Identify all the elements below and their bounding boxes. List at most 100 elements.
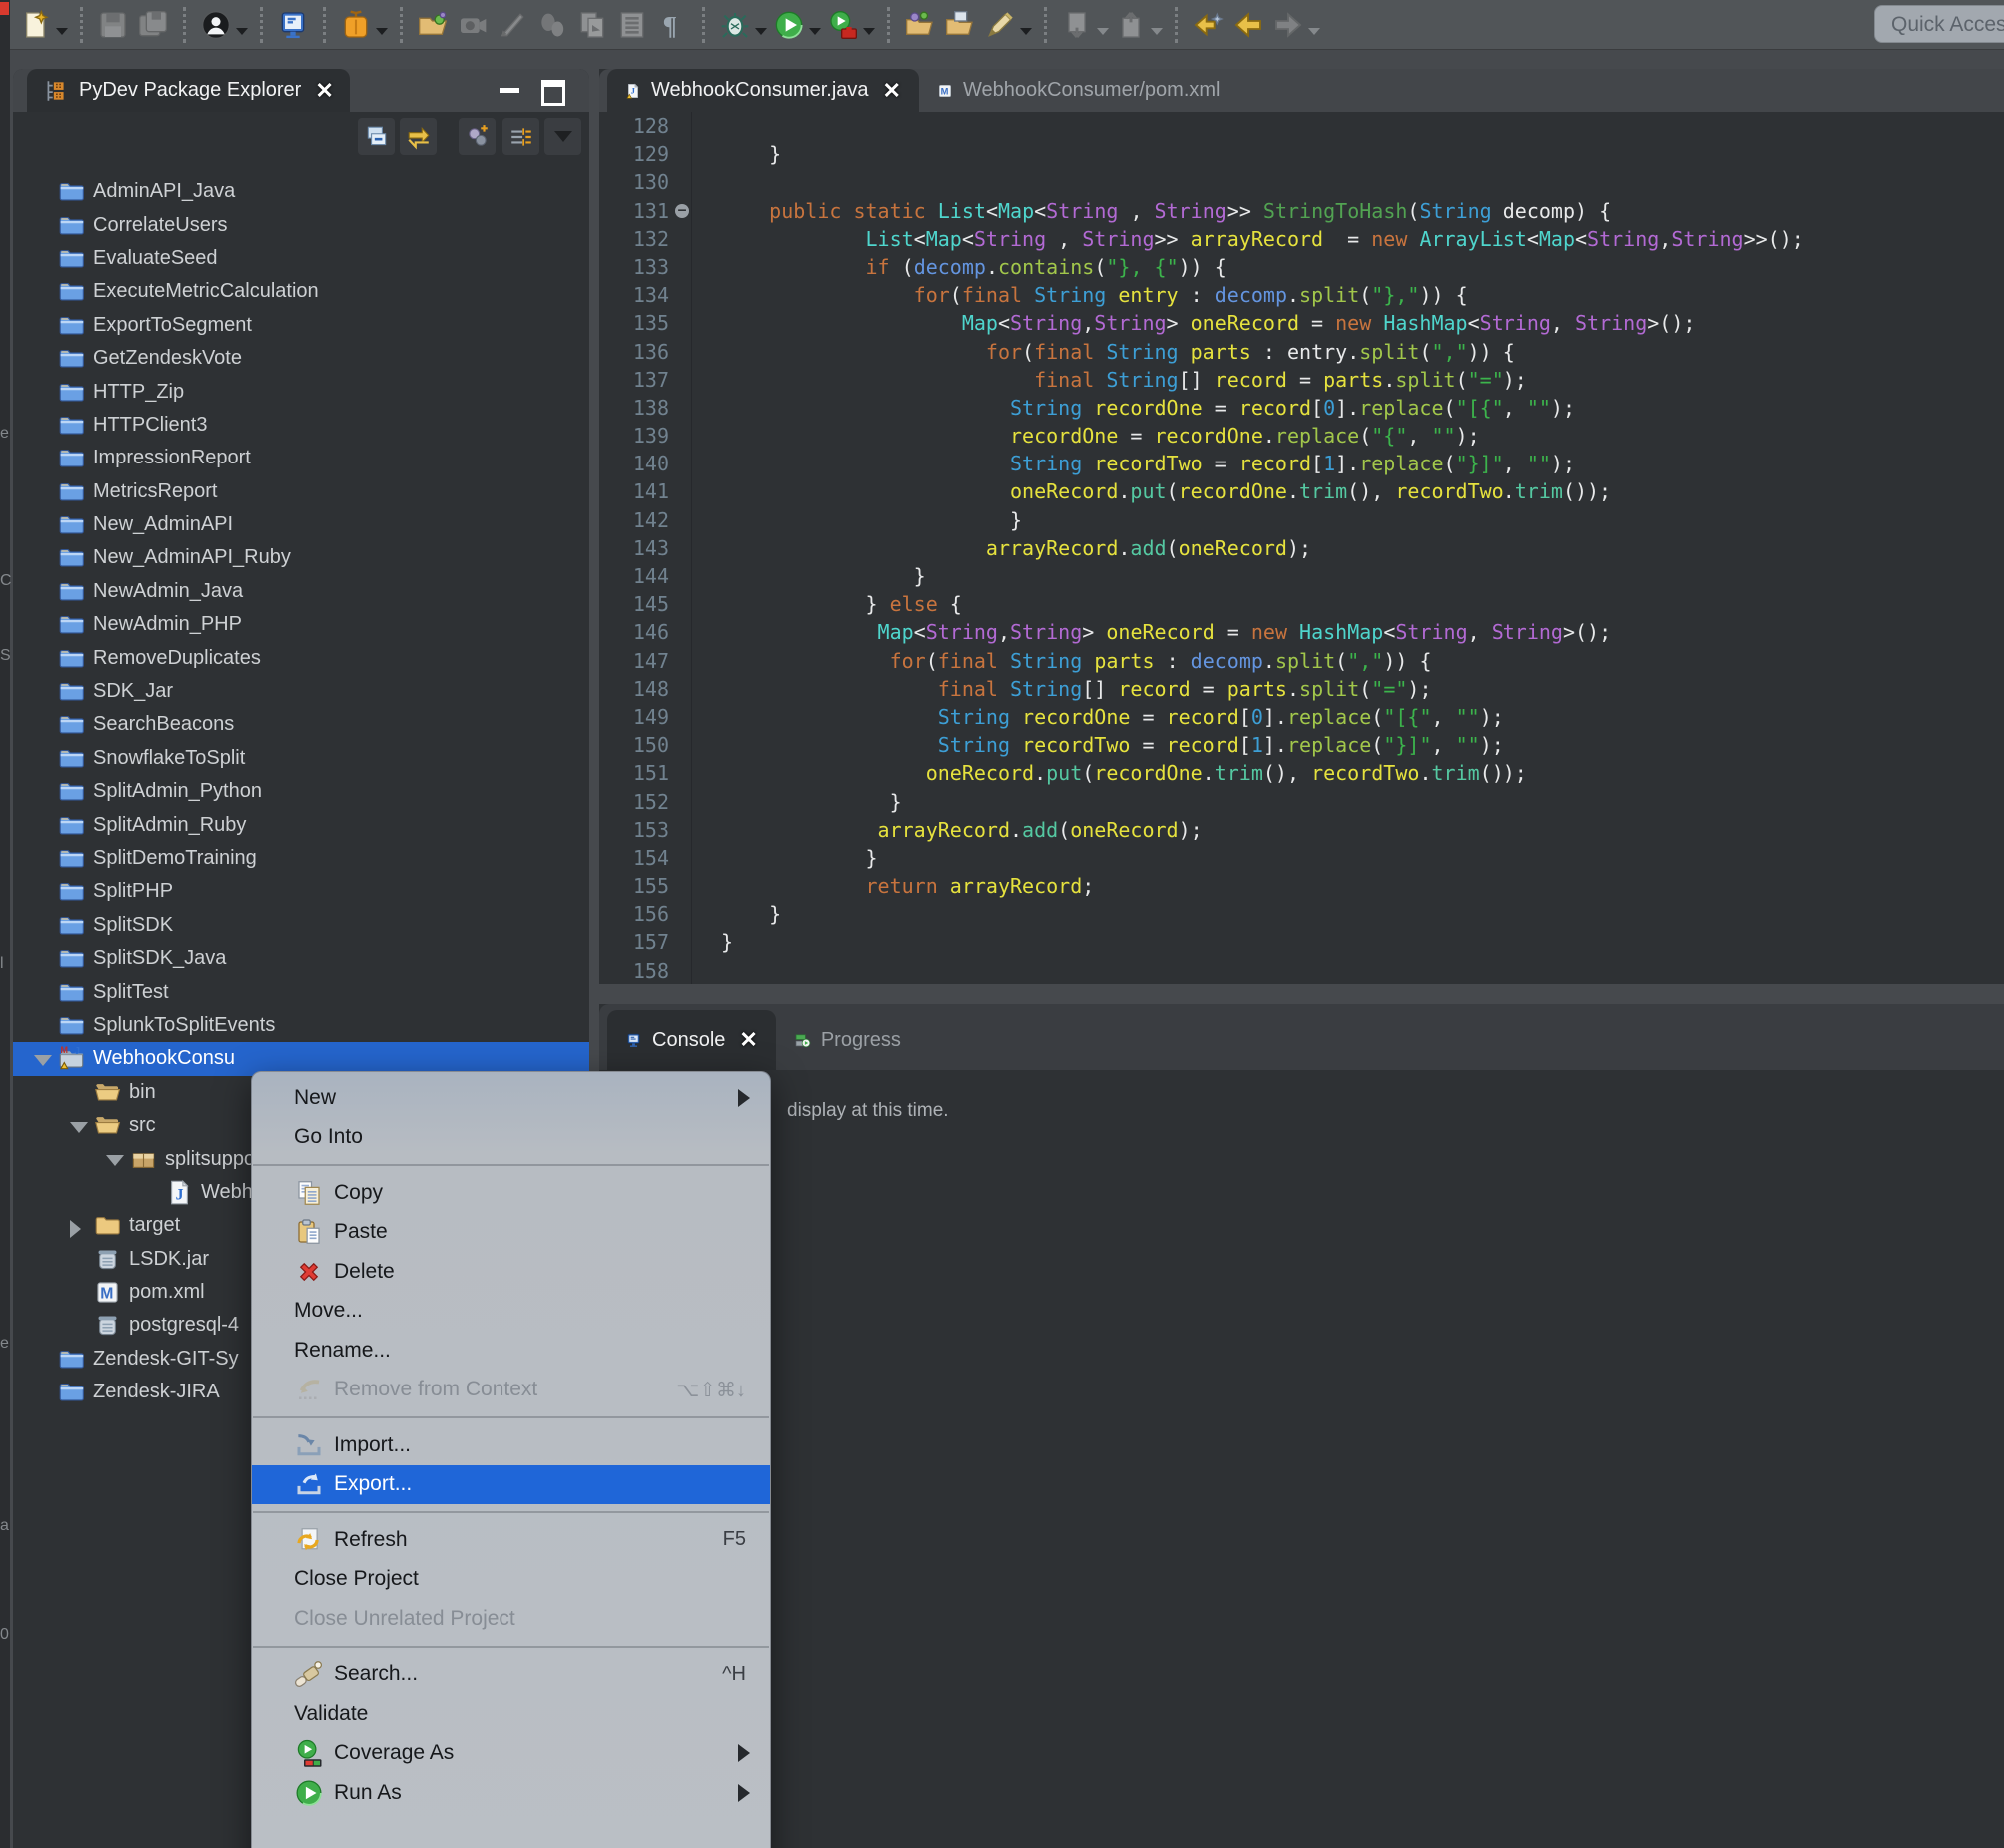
tree-item-splunktosplitevents[interactable]: SplunkToSplitEvents bbox=[13, 1009, 589, 1042]
tree-item-correlateusers[interactable]: CorrelateUsers bbox=[13, 208, 589, 241]
menu-item-validate[interactable]: Validate bbox=[252, 1694, 770, 1734]
editor-tab-webhookconsumer-java[interactable]: JWebhookConsumer.java✕ bbox=[607, 69, 919, 112]
dropdown-arrow-icon[interactable] bbox=[1020, 28, 1032, 35]
project-icon bbox=[58, 611, 85, 638]
tree-item-label: RemoveDuplicates bbox=[93, 647, 261, 670]
collapse-all-button[interactable] bbox=[358, 118, 395, 155]
menu-item-close-unrelated-project: Close Unrelated Project bbox=[252, 1599, 770, 1639]
tree-item-splittest[interactable]: SplitTest bbox=[13, 975, 589, 1008]
pilcrow-button[interactable]: ¶ bbox=[652, 6, 692, 44]
dropdown-arrow-icon[interactable] bbox=[863, 28, 875, 35]
tree-item-splitsdk-java[interactable]: SplitSDK_Java bbox=[13, 942, 589, 975]
tree-item-splitphp[interactable]: SplitPHP bbox=[13, 875, 589, 908]
console-tab-progress[interactable]: Progress bbox=[776, 1010, 919, 1070]
menu-item-import[interactable]: Import... bbox=[252, 1425, 770, 1465]
menu-item-move[interactable]: Move... bbox=[252, 1292, 770, 1332]
menu-item-rename[interactable]: Rename... bbox=[252, 1331, 770, 1371]
tree-item-sdk-jar[interactable]: SDK_Jar bbox=[13, 675, 589, 708]
sash-divider[interactable] bbox=[599, 984, 2004, 1004]
tree-item-newadmin-php[interactable]: NewAdmin_PHP bbox=[13, 608, 589, 641]
menu-item-copy[interactable]: Copy bbox=[252, 1173, 770, 1213]
expand-arrow-icon[interactable] bbox=[70, 1220, 81, 1238]
search-folders-button[interactable] bbox=[900, 6, 940, 44]
menu-item-export[interactable]: Export... bbox=[252, 1465, 770, 1505]
pydev-package-button[interactable] bbox=[336, 6, 376, 44]
debug-button[interactable] bbox=[715, 6, 755, 44]
open-folder-wizard-button[interactable] bbox=[413, 6, 453, 44]
tree-item-label: ExecuteMetricCalculation bbox=[93, 280, 319, 303]
back-arrow-button[interactable] bbox=[1228, 6, 1268, 44]
link-with-editor-button[interactable] bbox=[400, 118, 437, 155]
collapse-arrow-icon[interactable] bbox=[70, 1122, 88, 1133]
menu-item-run-as[interactable]: Run As bbox=[252, 1773, 770, 1813]
minimize-icon[interactable] bbox=[500, 88, 519, 93]
console-tab-console[interactable]: Console✕ bbox=[607, 1010, 776, 1070]
tree-item-httpclient3[interactable]: HTTPClient3 bbox=[13, 409, 589, 442]
tree-item-splitadmin-python[interactable]: SplitAdmin_Python bbox=[13, 775, 589, 808]
tree-item-exporttosegment[interactable]: ExportToSegment bbox=[13, 309, 589, 342]
dropdown-arrow-icon[interactable] bbox=[809, 28, 821, 35]
dropdown-arrow-icon[interactable] bbox=[755, 28, 767, 35]
run-external-button[interactable] bbox=[823, 6, 863, 44]
close-icon[interactable]: ✕ bbox=[739, 1027, 757, 1053]
tree-item-searchbeacons[interactable]: SearchBeacons bbox=[13, 708, 589, 741]
run-button[interactable] bbox=[769, 6, 809, 44]
line-number: 132 bbox=[599, 225, 669, 253]
tree-item-newadmin-java[interactable]: NewAdmin_Java bbox=[13, 575, 589, 608]
tree-item-executemetriccalculation[interactable]: ExecuteMetricCalculation bbox=[13, 275, 589, 308]
tree-item-splitdemotraining[interactable]: SplitDemoTraining bbox=[13, 842, 589, 875]
menu-item-refresh[interactable]: RefreshF5 bbox=[252, 1520, 770, 1560]
tree-item-snowflaketosplit[interactable]: SnowflakeToSplit bbox=[13, 742, 589, 775]
main-toolbar: ¶ bbox=[0, 0, 2004, 50]
user-avatar-button[interactable] bbox=[196, 6, 236, 44]
remote-monitor-button[interactable] bbox=[273, 6, 313, 44]
close-icon[interactable]: ✕ bbox=[883, 78, 901, 104]
menu-item-go-into[interactable]: Go Into bbox=[252, 1118, 770, 1158]
tree-item-http-zip[interactable]: HTTP_Zip bbox=[13, 375, 589, 408]
tree-item-getzendeskvote[interactable]: GetZendeskVote bbox=[13, 342, 589, 375]
tree-item-adminapi-java[interactable]: AdminAPI_Java bbox=[13, 175, 589, 208]
toolbar-separator bbox=[260, 7, 263, 43]
menu-item-coverage-as[interactable]: Coverage As bbox=[252, 1734, 770, 1774]
customize-view-button[interactable] bbox=[502, 118, 539, 155]
menu-item-delete[interactable]: Delete bbox=[252, 1252, 770, 1292]
tree-item-new-adminapi-ruby[interactable]: New_AdminAPI_Ruby bbox=[13, 541, 589, 574]
menu-item-new[interactable]: New bbox=[252, 1078, 770, 1118]
tab-pydev-package-explorer[interactable]: PyDev Package Explorer ✕ bbox=[27, 69, 350, 112]
code-line: 149 String recordOne = record[0].replace… bbox=[599, 703, 2004, 731]
tree-item-splitsdk[interactable]: SplitSDK bbox=[13, 909, 589, 942]
code-editor[interactable]: 128129 }130131– public static List<Map<S… bbox=[599, 112, 2004, 984]
line-number: 131 bbox=[599, 197, 669, 225]
collapse-arrow-icon[interactable] bbox=[106, 1155, 124, 1166]
dropdown-arrow-icon[interactable] bbox=[376, 28, 388, 35]
highlight-pen-button[interactable] bbox=[980, 6, 1020, 44]
tree-item-label: WebhookConsu bbox=[93, 1047, 235, 1070]
tree-item-evaluateseed[interactable]: EvaluateSeed bbox=[13, 242, 589, 275]
filter-packages-button[interactable] bbox=[459, 118, 496, 155]
fold-marker-icon[interactable]: – bbox=[675, 204, 689, 218]
dropdown-arrow-icon[interactable] bbox=[56, 28, 68, 35]
editor-tab-webhookconsumer-pom-xml[interactable]: MWebhookConsumer/pom.xml bbox=[919, 69, 1239, 112]
tree-item-impressionreport[interactable]: ImpressionReport bbox=[13, 442, 589, 474]
tree-item-new-adminapi[interactable]: New_AdminAPI bbox=[13, 508, 589, 541]
code-text: } bbox=[721, 562, 926, 590]
toolbar-separator bbox=[1175, 7, 1178, 43]
collapse-arrow-icon[interactable] bbox=[34, 1055, 52, 1066]
menu-item-close-project[interactable]: Close Project bbox=[252, 1560, 770, 1600]
tree-item-metricsreport[interactable]: MetricsReport bbox=[13, 475, 589, 508]
last-edit-location-button[interactable] bbox=[1188, 6, 1228, 44]
dropdown-arrow-icon[interactable] bbox=[236, 28, 248, 35]
quick-access-field[interactable]: Quick Access bbox=[1874, 5, 2004, 43]
maximize-icon[interactable] bbox=[541, 80, 565, 106]
new-wizard-button[interactable] bbox=[16, 6, 56, 44]
search-icon bbox=[294, 1659, 324, 1689]
menu-item-paste[interactable]: Paste bbox=[252, 1213, 770, 1253]
close-icon[interactable]: ✕ bbox=[315, 78, 333, 104]
menu-item-search[interactable]: Search...^H bbox=[252, 1655, 770, 1695]
clipboard-tasks-button[interactable] bbox=[940, 6, 980, 44]
view-menu-button[interactable] bbox=[544, 118, 581, 155]
code-text: String recordOne = record[0].replace("[{… bbox=[721, 394, 1575, 422]
tree-item-splitadmin-ruby[interactable]: SplitAdmin_Ruby bbox=[13, 808, 589, 841]
tree-item-removeduplicates[interactable]: RemoveDuplicates bbox=[13, 641, 589, 674]
tree-item-label: Zendesk-JIRA bbox=[93, 1381, 220, 1403]
